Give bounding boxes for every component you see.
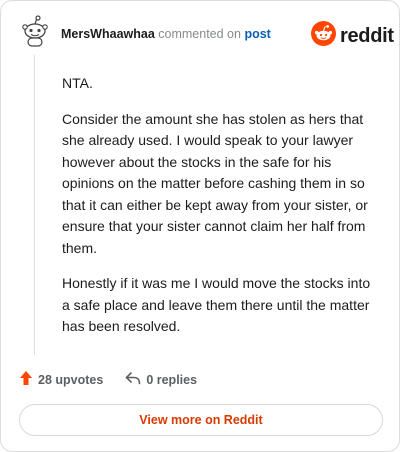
replies-button[interactable]: 0 replies [125, 371, 197, 388]
snoo-avatar-icon[interactable] [21, 15, 49, 47]
upvotes-count: 28 upvotes [38, 372, 104, 387]
comment-body: NTA. Consider the amount she has stolen … [62, 73, 378, 352]
commented-on-text: commented on [158, 27, 241, 41]
reddit-wordmark: reddit [340, 24, 394, 47]
upvotes-button[interactable]: 28 upvotes [19, 370, 103, 389]
username-link[interactable]: MersWhaawhaa [61, 27, 155, 41]
comment-actions: 28 upvotes 0 replies [19, 370, 197, 389]
comment-embed-card: MersWhaawhaa commented on post reddit NT… [0, 0, 400, 452]
comment-paragraph: Honestly if it was me I would move the s… [62, 275, 371, 334]
reddit-snoo-icon [311, 21, 336, 51]
post-link[interactable]: post [244, 27, 270, 41]
upvote-arrow-icon [19, 370, 38, 389]
replies-count: 0 replies [146, 372, 198, 387]
reply-arrow-icon [125, 371, 146, 388]
comment-header: MersWhaawhaa commented on post [61, 26, 271, 42]
comment-paragraph: NTA. [62, 75, 93, 91]
comment-paragraph: Consider the amount she has stolen as he… [62, 110, 368, 256]
view-more-on-reddit-button[interactable]: View more on Reddit [19, 404, 383, 436]
reddit-logo[interactable]: reddit [311, 21, 394, 51]
thread-line [34, 55, 35, 355]
